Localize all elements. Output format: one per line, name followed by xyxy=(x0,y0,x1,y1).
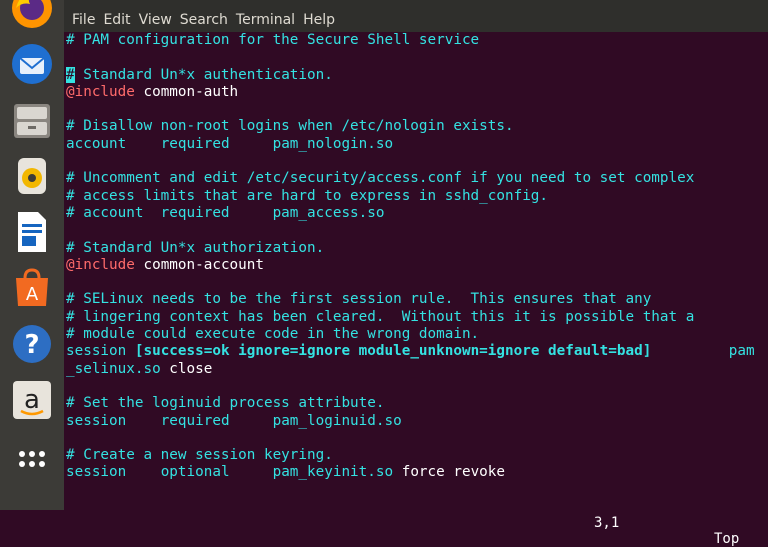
editor-line: # lingering context has been cleared. Wi… xyxy=(66,309,768,326)
writer-icon xyxy=(18,212,46,252)
show-apps-launcher[interactable] xyxy=(8,432,56,480)
editor-line: # PAM configuration for the Secure Shell… xyxy=(66,32,768,49)
help-launcher[interactable]: ? xyxy=(8,320,56,368)
comment-text: # PAM configuration for the Secure Shell… xyxy=(66,32,480,48)
editor-line: account required pam_nologin.so xyxy=(66,136,768,153)
pam-type: session xyxy=(66,343,135,360)
svg-text:A: A xyxy=(26,284,39,305)
comment-text: # lingering context has been cleared. Wi… xyxy=(66,308,695,325)
comment-text: # account required pam_access.so xyxy=(66,204,385,221)
comment-text: # Standard Un*x authorization. xyxy=(66,239,325,256)
scroll-position: Top xyxy=(714,531,740,547)
menu-terminal[interactable]: Terminal xyxy=(234,12,301,32)
rhythmbox-launcher[interactable] xyxy=(8,152,56,200)
pam-type: session xyxy=(66,464,161,481)
firefox-launcher[interactable] xyxy=(8,0,56,32)
menu-help[interactable]: Help xyxy=(301,12,341,32)
software-icon: A xyxy=(16,268,48,306)
editor-line: # Disallow non-root logins when /etc/nol… xyxy=(66,118,768,135)
pam-args: close xyxy=(160,360,213,377)
editor-status-line: 3,1 Top xyxy=(64,499,768,547)
include-target: common-auth xyxy=(134,83,239,100)
pam-type: session xyxy=(66,412,161,429)
amazon-launcher[interactable]: a xyxy=(8,376,56,424)
menu-search[interactable]: Search xyxy=(178,12,234,32)
pam-type: account xyxy=(66,135,161,152)
comment-text: # access limits that are hard to express… xyxy=(66,187,549,204)
comment-text: # Disallow non-root logins when /etc/nol… xyxy=(66,118,514,135)
amazon-icon: a xyxy=(13,381,51,419)
menu-edit[interactable]: Edit xyxy=(101,12,136,32)
terminal-text-area[interactable]: # PAM configuration for the Secure Shell… xyxy=(64,32,768,510)
pam-module: pam xyxy=(651,343,755,360)
editor-line: _selinux.so close xyxy=(66,361,768,378)
editor-line: # module could execute code in the wrong… xyxy=(66,326,768,343)
editor-line: session required pam_loginuid.so xyxy=(66,413,768,430)
pam-control: [success=ok ignore=ignore module_unknown… xyxy=(134,343,652,360)
launcher-dock: A ? a xyxy=(0,0,64,510)
rhythmbox-icon xyxy=(18,158,46,194)
editor-line: @include common-auth xyxy=(66,84,768,101)
editor-line: @include common-account xyxy=(66,257,768,274)
pam-control: required xyxy=(160,412,273,429)
editor-line: # Standard Un*x authorization. xyxy=(66,240,768,257)
cursor-position: 3,1 xyxy=(594,515,620,531)
editor-line: # SELinux needs to be the first session … xyxy=(66,291,768,308)
comment-text: # Create a new session keyring. xyxy=(66,447,333,464)
editor-line: # Create a new session keyring. xyxy=(66,447,768,464)
comment-text: # Uncomment and edit /etc/security/acces… xyxy=(66,170,695,187)
svg-text:?: ? xyxy=(24,330,39,360)
comment-text: Standard Un*x authentication. xyxy=(74,66,333,83)
pam-control: required xyxy=(160,135,273,152)
menu-file[interactable]: File xyxy=(70,12,101,32)
pam-args: force revoke xyxy=(393,464,506,481)
pam-module: _selinux.so xyxy=(66,360,161,377)
thunderbird-icon xyxy=(12,44,52,84)
comment-text: # SELinux needs to be the first session … xyxy=(66,291,652,308)
pam-module: pam_keyinit.so xyxy=(272,464,394,481)
editor-line: # Standard Un*x authentication. xyxy=(66,66,768,84)
editor-line: session optional pam_keyinit.so force re… xyxy=(66,464,768,481)
svg-text:a: a xyxy=(24,385,40,415)
include-keyword: @include xyxy=(66,83,135,100)
pam-module: pam_nologin.so xyxy=(272,135,394,152)
files-icon xyxy=(14,104,50,138)
show-apps-icon xyxy=(19,451,45,467)
editor-line: # access limits that are hard to express… xyxy=(66,188,768,205)
include-target: common-account xyxy=(134,256,264,273)
editor-line: # Set the loginuid process attribute. xyxy=(66,395,768,412)
editor-line: # account required pam_access.so xyxy=(66,205,768,222)
include-keyword: @include xyxy=(66,256,135,273)
writer-launcher[interactable] xyxy=(8,208,56,256)
text-cursor: # xyxy=(66,66,75,83)
software-launcher[interactable]: A xyxy=(8,264,56,312)
terminal-menubar: File Edit View Search Terminal Help xyxy=(64,0,768,32)
comment-text: # Set the loginuid process attribute. xyxy=(66,395,385,412)
editor-line: # Uncomment and edit /etc/security/acces… xyxy=(66,170,768,187)
pam-module: pam_loginuid.so xyxy=(272,412,402,429)
menu-view[interactable]: View xyxy=(137,12,178,32)
help-icon: ? xyxy=(13,325,51,363)
pam-control: optional xyxy=(160,464,273,481)
firefox-icon xyxy=(12,0,52,28)
editor-line: session [success=ok ignore=ignore module… xyxy=(66,343,768,360)
thunderbird-launcher[interactable] xyxy=(8,40,56,88)
comment-text: # module could execute code in the wrong… xyxy=(66,326,480,343)
files-launcher[interactable] xyxy=(8,96,56,144)
